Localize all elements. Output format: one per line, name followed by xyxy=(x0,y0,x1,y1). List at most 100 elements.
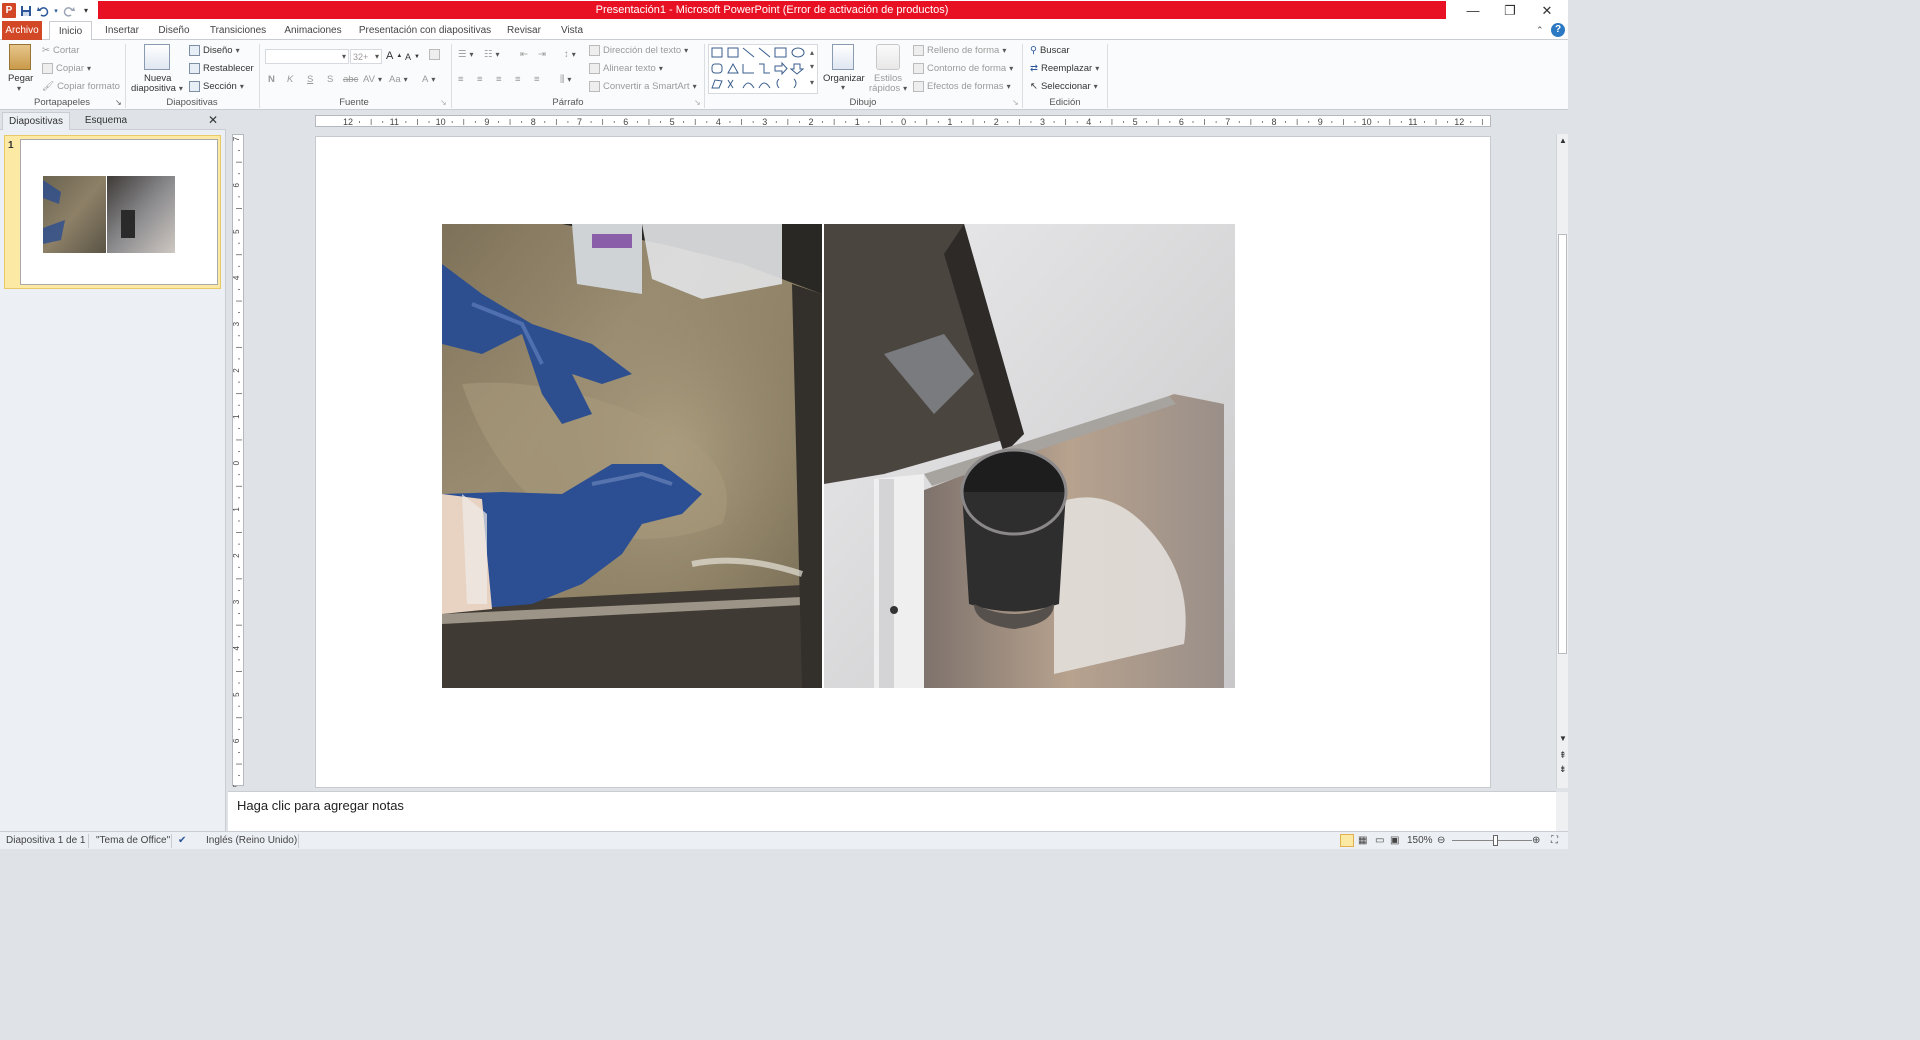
smartart-button[interactable]: Convertir a SmartArt ▾ xyxy=(589,81,697,92)
zoom-slider-thumb[interactable] xyxy=(1493,835,1498,846)
font-color-button[interactable]: A ▾ xyxy=(422,74,435,85)
text-direction-button[interactable]: Dirección del texto ▾ xyxy=(589,45,688,56)
shapes-gallery[interactable] xyxy=(708,44,818,94)
notes-scrollbar[interactable] xyxy=(1556,792,1568,832)
align-left-button[interactable]: ≡ xyxy=(458,74,464,85)
tab-slides[interactable]: Diapositivas xyxy=(2,112,70,130)
align-text-button[interactable]: Alinear texto ▾ xyxy=(589,63,663,74)
language-indicator[interactable]: Inglés (Reino Unido) xyxy=(206,835,297,846)
customize-qat-icon[interactable]: ▾ xyxy=(79,4,93,18)
paste-button[interactable]: Pegar xyxy=(8,73,33,84)
replace-button[interactable]: ⇄ Reemplazar ▾ xyxy=(1030,63,1099,74)
shape-effects-button[interactable]: Efectos de formas ▾ xyxy=(913,81,1011,92)
zoom-level[interactable]: 150% xyxy=(1407,835,1433,846)
tab-animaciones[interactable]: Animaciones xyxy=(280,21,346,40)
powerpoint-icon[interactable]: P xyxy=(2,3,16,18)
minimize-ribbon-icon[interactable]: ⌃ xyxy=(1536,25,1544,36)
reading-view-icon[interactable]: ▭ xyxy=(1375,835,1384,846)
redo-icon[interactable] xyxy=(62,4,76,18)
minimize-icon[interactable]: — xyxy=(1455,0,1491,21)
scroll-up-icon[interactable]: ▲ xyxy=(1559,136,1567,145)
slide-thumbnail-selected[interactable]: 1 xyxy=(4,135,221,289)
slide-canvas[interactable] xyxy=(315,136,1491,788)
format-painter-button[interactable]: 🖌 Copiar formato xyxy=(42,81,120,92)
shapes-scroll-down-icon[interactable]: ▾ xyxy=(810,62,814,71)
close-icon[interactable]: ✕ xyxy=(1529,0,1565,21)
slideshow-icon[interactable]: ▣ xyxy=(1390,835,1399,846)
notes-pane[interactable]: Haga clic para agregar notas xyxy=(228,791,1568,832)
numbering-button[interactable]: ☷ ▾ xyxy=(484,49,500,60)
slide-sorter-icon[interactable]: ▦ xyxy=(1358,835,1367,846)
tab-insertar[interactable]: Insertar xyxy=(100,21,144,40)
photo-tube-tray[interactable] xyxy=(824,224,1235,688)
increase-indent-button[interactable]: ⇥ xyxy=(538,49,546,60)
font-launcher-icon[interactable]: ↘ xyxy=(440,98,447,107)
bullets-button[interactable]: ☰ ▾ xyxy=(458,49,474,60)
font-size-combobox[interactable]: 32+ ▾ xyxy=(350,49,382,64)
paragraph-launcher-icon[interactable]: ↘ xyxy=(694,98,701,107)
change-case-button[interactable]: Aa ▾ xyxy=(389,74,408,85)
cut-button[interactable]: ✂ Cortar xyxy=(42,45,79,56)
zoom-slider-track[interactable] xyxy=(1452,840,1532,841)
shadow-button[interactable]: S xyxy=(327,74,333,85)
align-right-button[interactable]: ≡ xyxy=(496,74,502,85)
shape-outline-button[interactable]: Contorno de forma ▾ xyxy=(913,63,1013,74)
line-spacing-button[interactable]: ↕ ▾ xyxy=(564,49,576,60)
tab-revisar[interactable]: Revisar xyxy=(503,21,545,40)
justify-button[interactable]: ≡ xyxy=(515,74,521,85)
help-icon[interactable]: ? xyxy=(1551,23,1565,37)
spacing-button[interactable]: AV ▾ xyxy=(363,74,382,85)
strikethrough-button[interactable]: abc xyxy=(343,74,358,85)
fit-to-window-icon[interactable]: ⛶ xyxy=(1551,835,1558,846)
scrollbar-thumb[interactable] xyxy=(1558,234,1567,654)
decrease-indent-button[interactable]: ⇤ xyxy=(520,49,528,60)
drawing-launcher-icon[interactable]: ↘ xyxy=(1012,98,1019,107)
underline-button[interactable]: S xyxy=(307,74,313,85)
previous-slide-icon[interactable]: ⇞ xyxy=(1559,750,1567,761)
tab-archivo[interactable]: Archivo xyxy=(2,21,42,40)
reset-button[interactable]: Restablecer xyxy=(189,63,254,74)
vertical-scrollbar[interactable]: ▲ ▼ ⇞ ⇟ xyxy=(1556,134,1568,788)
find-button[interactable]: ⚲ Buscar xyxy=(1030,45,1070,56)
grow-font-icon[interactable]: A ▲ xyxy=(386,50,402,62)
section-button[interactable]: Sección ▾ xyxy=(189,81,244,92)
tab-outline[interactable]: Esquema xyxy=(72,112,140,130)
spellcheck-icon[interactable]: ✔ xyxy=(178,835,186,846)
slide-thumbnail[interactable] xyxy=(20,139,218,285)
clear-format-icon[interactable] xyxy=(429,49,440,60)
scroll-down-icon[interactable]: ▼ xyxy=(1559,734,1567,743)
tab-diseno[interactable]: Diseño xyxy=(152,21,196,40)
close-pane-icon[interactable]: ✕ xyxy=(208,113,218,127)
shapes-more-icon[interactable]: ▾ xyxy=(810,78,814,87)
photo-mud-mixing[interactable] xyxy=(442,224,822,688)
arrange-dropdown-icon[interactable]: ▾ xyxy=(841,83,845,92)
undo-icon[interactable] xyxy=(36,4,50,18)
shrink-font-icon[interactable]: A ▼ xyxy=(405,52,420,62)
distribute-button[interactable]: ≡ xyxy=(534,74,540,85)
tab-vista[interactable]: Vista xyxy=(554,21,590,40)
layout-button[interactable]: Diseño ▾ xyxy=(189,45,240,56)
tab-presentacion[interactable]: Presentación con diapositivas xyxy=(356,21,494,40)
shapes-scroll-up-icon[interactable]: ▴ xyxy=(810,48,814,57)
tab-inicio[interactable]: Inicio xyxy=(49,21,92,41)
quick-styles-button[interactable]: rápidos ▾ xyxy=(869,83,907,94)
normal-view-icon[interactable] xyxy=(1340,834,1354,847)
save-icon[interactable] xyxy=(19,4,33,18)
zoom-out-icon[interactable]: ⊖ xyxy=(1437,835,1445,846)
bold-button[interactable]: N xyxy=(268,74,275,85)
font-name-combobox[interactable]: ▾ xyxy=(265,49,349,64)
select-button[interactable]: ↖ Seleccionar ▾ xyxy=(1030,81,1098,92)
notes-placeholder[interactable]: Haga clic para agregar notas xyxy=(237,798,404,813)
restore-icon[interactable]: ❐ xyxy=(1492,0,1528,21)
undo-dropdown-icon[interactable]: ▾ xyxy=(53,4,59,18)
zoom-in-icon[interactable]: ⊕ xyxy=(1532,835,1540,846)
clipboard-launcher-icon[interactable]: ↘ xyxy=(115,98,122,107)
tab-transiciones[interactable]: Transiciones xyxy=(205,21,271,40)
italic-button[interactable]: K xyxy=(287,74,293,85)
next-slide-icon[interactable]: ⇟ xyxy=(1559,764,1567,775)
new-slide-button[interactable]: diapositiva ▾ xyxy=(131,83,183,94)
copy-button[interactable]: Copiar ▾ xyxy=(42,63,91,74)
shape-fill-button[interactable]: Relleno de forma ▾ xyxy=(913,45,1006,56)
paste-dropdown-icon[interactable]: ▾ xyxy=(17,84,21,93)
columns-button[interactable]: ⫼ ▾ xyxy=(560,74,571,85)
